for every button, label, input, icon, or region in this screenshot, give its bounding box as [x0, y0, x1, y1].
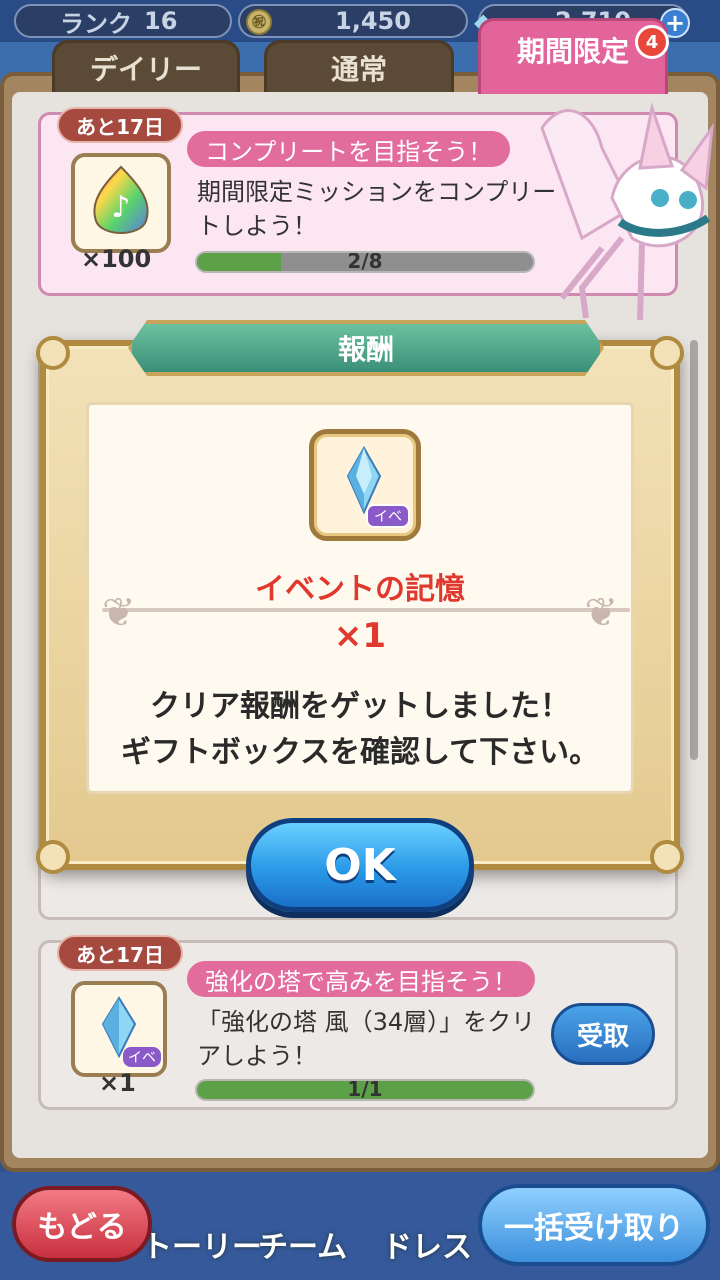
divider	[102, 608, 630, 612]
reward-dialog: 報酬 イベ イベントの記憶 ❦ ❦ ×1 クリア報酬をゲットしました！ ギフトボ…	[36, 320, 684, 874]
corner-ornament	[36, 840, 70, 874]
dialog-title: 報酬	[128, 320, 604, 376]
event-badge: イベ	[366, 504, 410, 528]
reward-item-icon: イベ	[309, 429, 421, 541]
reward-name: イベントの記憶	[255, 572, 465, 607]
reward-message: クリア報酬をゲットしました！ ギフトボックスを確認して下さい。	[46, 684, 674, 776]
message-line-2: ギフトボックスを確認して下さい。	[120, 735, 600, 770]
ok-button[interactable]: OK	[246, 818, 474, 912]
corner-ornament	[36, 336, 70, 370]
message-line-1: クリア報酬をゲットしました！	[150, 689, 570, 724]
corner-ornament	[650, 336, 684, 370]
corner-ornament	[650, 840, 684, 874]
reward-quantity: ×1	[333, 616, 387, 656]
